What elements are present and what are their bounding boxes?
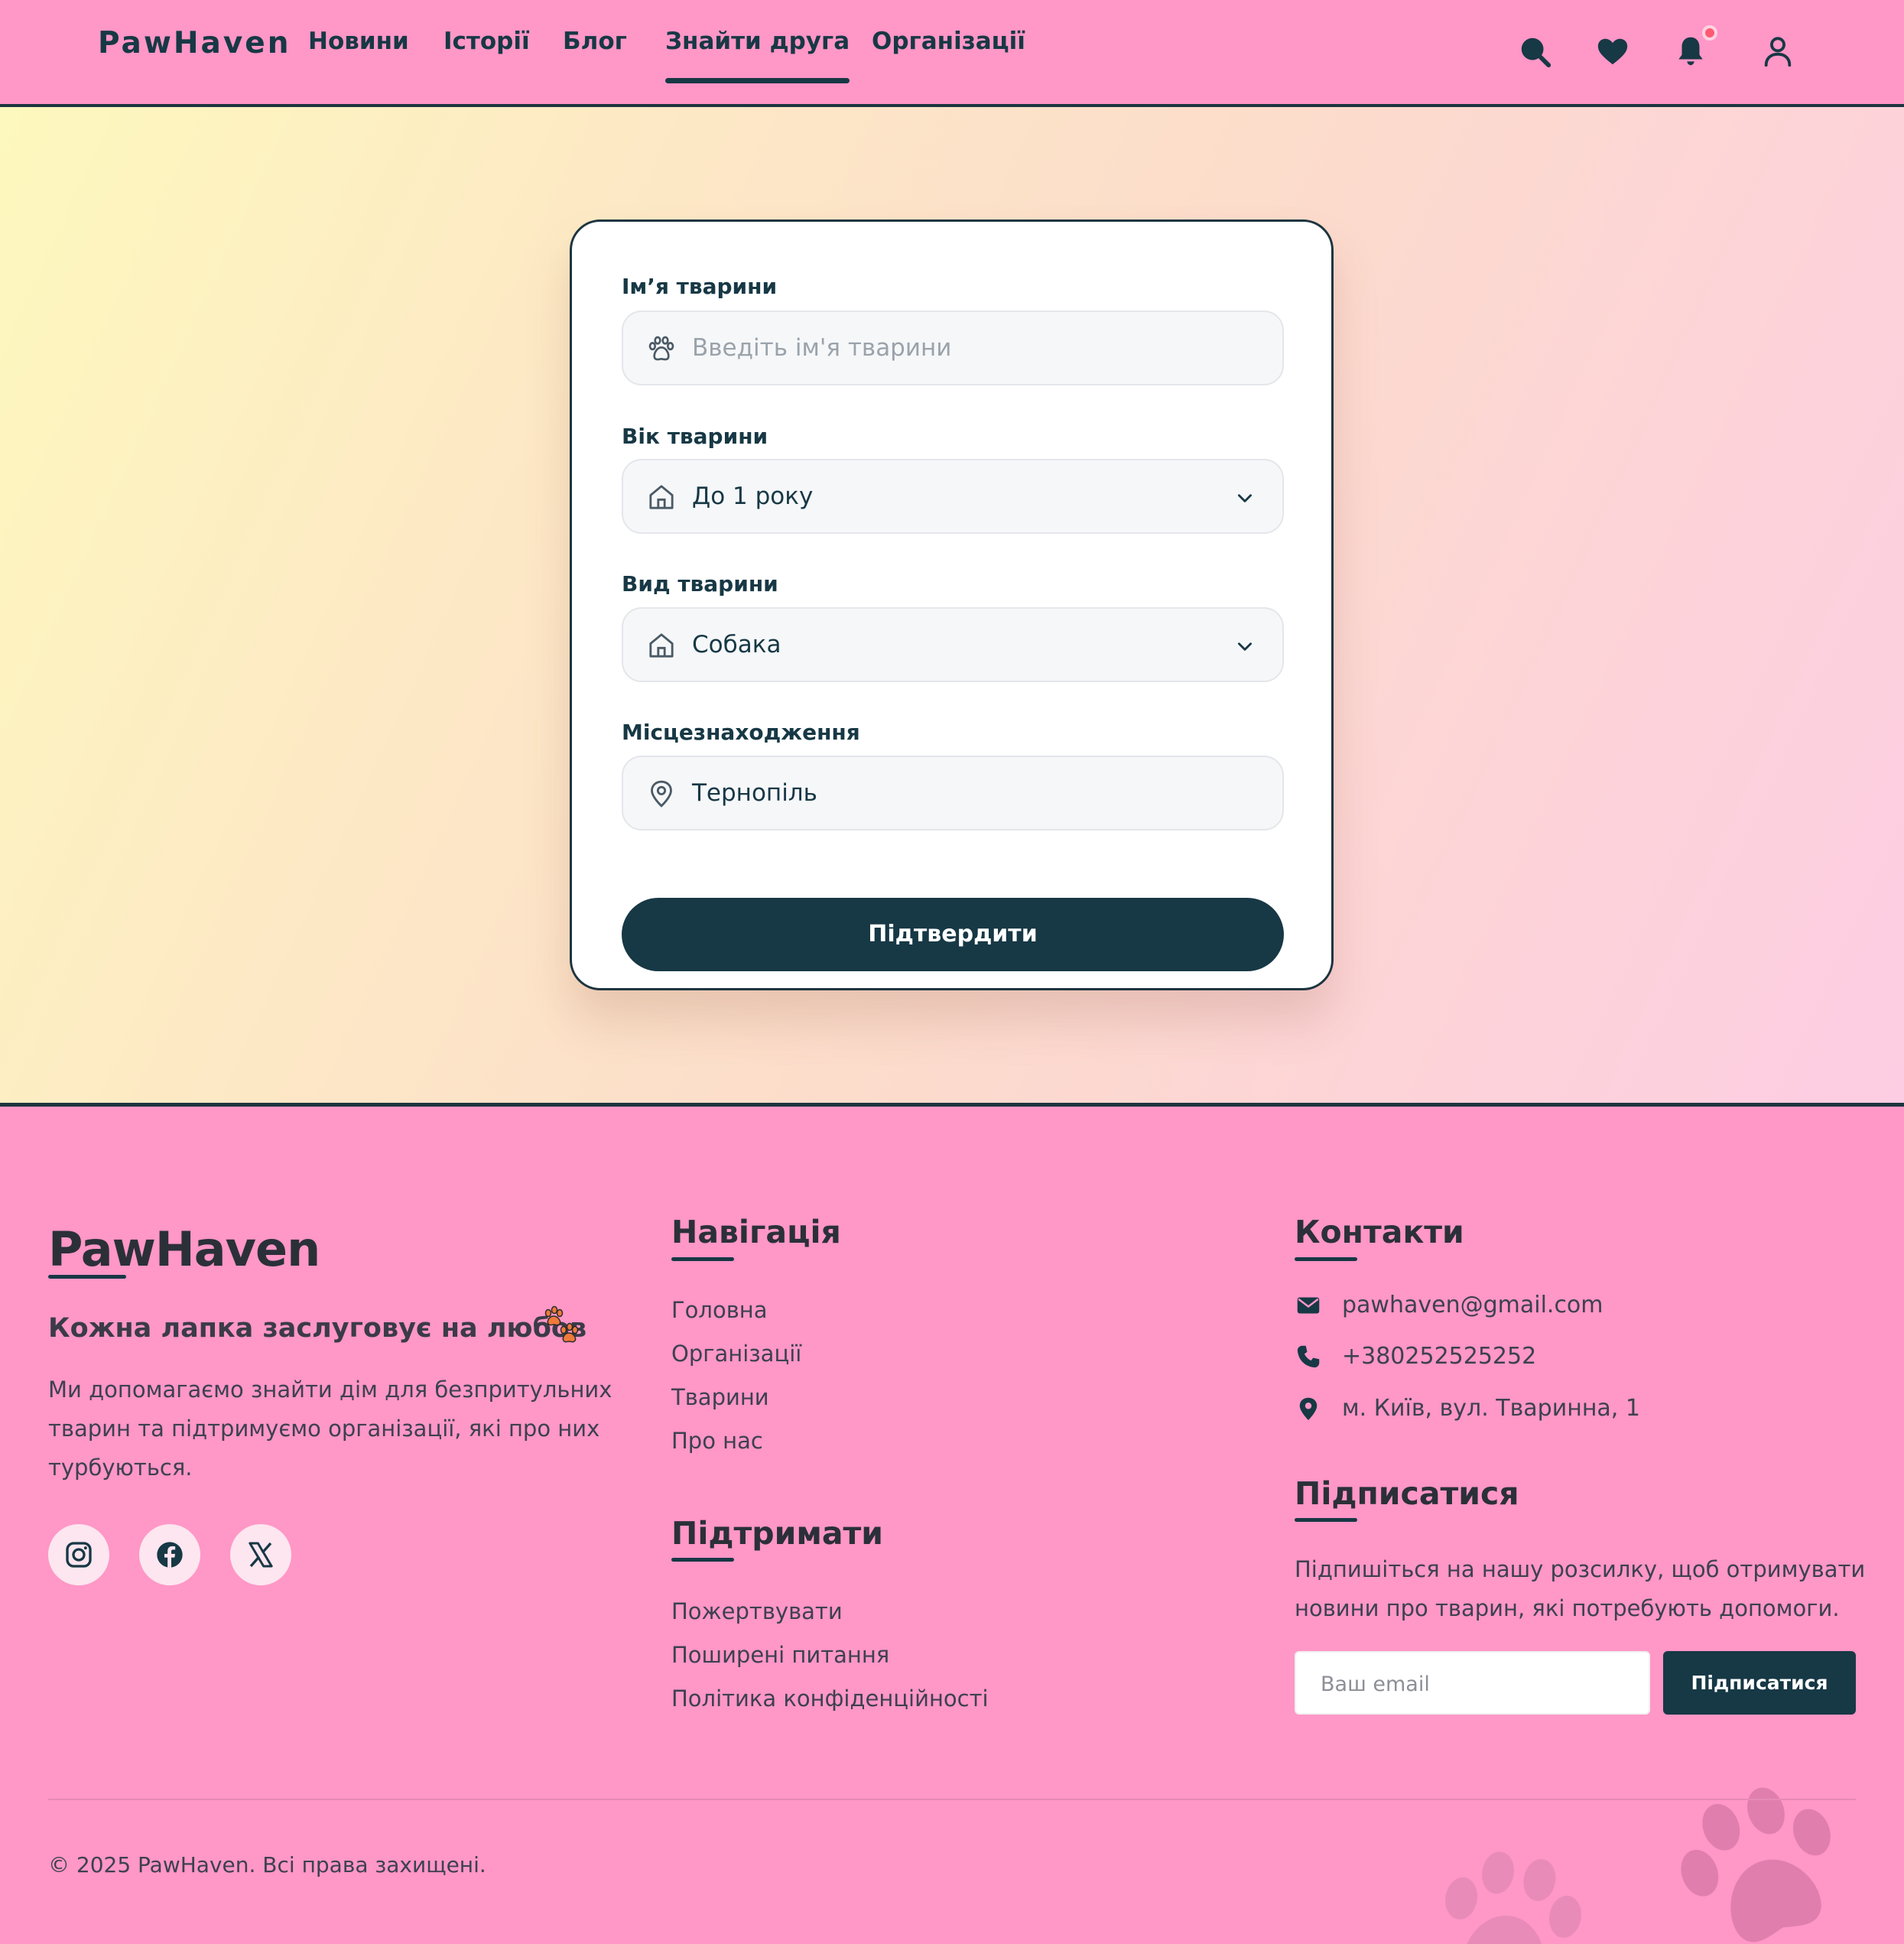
logo-underline bbox=[48, 1275, 126, 1279]
footer-link-donate[interactable]: Пожертвувати bbox=[671, 1598, 843, 1624]
contact-phone[interactable]: +380252525252 bbox=[1342, 1343, 1536, 1370]
chevron-down-icon bbox=[1238, 494, 1252, 502]
footer-link-faq[interactable]: Поширені питання bbox=[671, 1642, 889, 1668]
location-pin-icon bbox=[651, 780, 672, 808]
navigation-title: Навігація bbox=[671, 1214, 841, 1250]
paw-icon bbox=[648, 336, 674, 361]
site-footer: PawHaven Кожна лапка заслуговує на любов… bbox=[0, 1103, 1904, 1944]
contacts-title: Контакти bbox=[1295, 1214, 1464, 1250]
paw-watermark-icon bbox=[1681, 1787, 1831, 1942]
subscribe-email-placeholder: Ваш email bbox=[1321, 1673, 1430, 1696]
footer-tagline: Кожна лапка заслуговує на любов bbox=[48, 1313, 587, 1344]
home-icon bbox=[649, 633, 674, 658]
location-label: Місцезнаходження bbox=[622, 720, 860, 745]
confirm-button[interactable]: Підтвердити bbox=[622, 898, 1284, 971]
footer-link-home[interactable]: Головна bbox=[671, 1297, 768, 1323]
x-button[interactable] bbox=[230, 1524, 291, 1585]
paw-prints-icon bbox=[544, 1305, 579, 1343]
location-input[interactable]: Тернопіль bbox=[622, 756, 1284, 831]
pet-type-label: Вид тварини bbox=[622, 571, 778, 597]
contact-email[interactable]: pawhaven@gmail.com bbox=[1342, 1292, 1603, 1318]
pet-name-label: Ім’я тварини bbox=[622, 274, 778, 299]
hero-section: Ім’я тварини Введіть ім'я тварини Вік тв… bbox=[0, 107, 1904, 1103]
x-icon bbox=[249, 1542, 273, 1568]
support-underline bbox=[671, 1558, 734, 1562]
subscribe-underline bbox=[1295, 1518, 1357, 1522]
footer-link-organizations[interactable]: Організації bbox=[671, 1341, 801, 1367]
pet-age-label: Вік тварини bbox=[622, 424, 768, 449]
instagram-icon bbox=[66, 1542, 92, 1568]
pet-type-value: Собака bbox=[692, 631, 781, 658]
facebook-icon bbox=[157, 1542, 183, 1568]
find-friend-form: Ім’я тварини Введіть ім'я тварини Вік тв… bbox=[570, 219, 1334, 990]
footer-divider bbox=[48, 1799, 1856, 1800]
navigation-underline bbox=[671, 1257, 734, 1261]
instagram-button[interactable] bbox=[48, 1524, 109, 1585]
nav-item-organizations[interactable]: Організації bbox=[872, 28, 1025, 55]
support-title: Підтримати bbox=[671, 1515, 883, 1552]
bell-icon[interactable] bbox=[1673, 34, 1708, 69]
footer-logo[interactable]: PawHaven bbox=[48, 1221, 320, 1277]
copyright-text: © 2025 PawHaven. Всі права захищені. bbox=[48, 1852, 486, 1877]
home-icon bbox=[649, 485, 674, 509]
search-icon[interactable] bbox=[1517, 34, 1552, 69]
nav-item-find-friend[interactable]: Знайти друга bbox=[665, 28, 850, 83]
contacts-underline bbox=[1295, 1257, 1357, 1261]
location-pin-icon bbox=[1299, 1397, 1318, 1420]
site-header: PawHaven Новини Історії Блог Знайти друг… bbox=[0, 0, 1904, 107]
pet-name-placeholder: Введіть ім'я тварини bbox=[692, 334, 952, 362]
pet-age-select[interactable]: До 1 року bbox=[622, 459, 1284, 534]
user-icon[interactable] bbox=[1760, 34, 1795, 69]
footer-link-privacy[interactable]: Політика конфіденційності bbox=[671, 1686, 989, 1712]
facebook-button[interactable] bbox=[139, 1524, 200, 1585]
pet-age-value: До 1 року bbox=[692, 483, 814, 510]
nav-item-news[interactable]: Новини bbox=[308, 28, 409, 55]
chevron-down-icon bbox=[1238, 642, 1252, 651]
nav-item-stories[interactable]: Історії bbox=[444, 28, 530, 55]
subscribe-button[interactable]: Підписатися bbox=[1663, 1651, 1856, 1715]
pet-name-input[interactable]: Введіть ім'я тварини bbox=[622, 310, 1284, 385]
paw-watermark-icon bbox=[1445, 1851, 1581, 1944]
footer-description: Ми допомагаємо знайти дім для безпритуль… bbox=[48, 1377, 612, 1481]
notification-badge bbox=[1702, 25, 1717, 41]
subscribe-title: Підписатися bbox=[1295, 1475, 1519, 1512]
contact-address: м. Київ, вул. Тваринна, 1 bbox=[1342, 1395, 1640, 1422]
subscribe-email-input[interactable]: Ваш email bbox=[1295, 1651, 1650, 1715]
footer-link-about[interactable]: Про нас bbox=[671, 1428, 763, 1454]
phone-icon bbox=[1297, 1345, 1320, 1368]
nav-item-blog[interactable]: Блог bbox=[563, 28, 627, 55]
envelope-icon bbox=[1297, 1297, 1320, 1314]
subscribe-description: Підпишіться на нашу розсилку, щоб отриму… bbox=[1295, 1556, 1866, 1621]
footer-link-animals[interactable]: Тварини bbox=[671, 1384, 769, 1410]
pet-type-select[interactable]: Собака bbox=[622, 607, 1284, 682]
site-logo[interactable]: PawHaven bbox=[98, 26, 291, 60]
location-value: Тернопіль bbox=[692, 779, 817, 807]
heart-icon[interactable] bbox=[1595, 34, 1630, 69]
